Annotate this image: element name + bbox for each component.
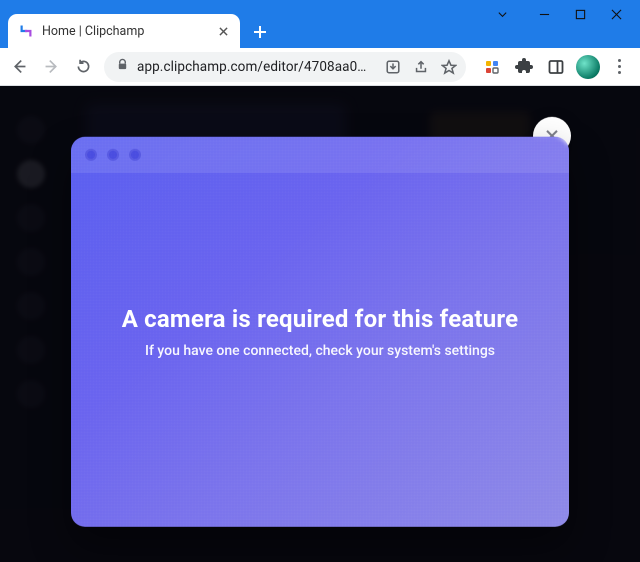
lock-icon — [116, 58, 129, 75]
clipchamp-favicon-icon — [18, 23, 34, 39]
tab-title: Home | Clipchamp — [42, 24, 208, 39]
omnibox-url: app.clipchamp.com/editor/4708aa0… — [137, 59, 376, 75]
modal-subtext: If you have one connected, check your sy… — [145, 343, 495, 359]
install-app-icon[interactable] — [384, 58, 402, 76]
bookmark-star-icon[interactable] — [440, 58, 458, 76]
browser-toolbar: app.clipchamp.com/editor/4708aa0… — [0, 48, 640, 86]
tab-active[interactable]: Home | Clipchamp — [8, 14, 240, 48]
extensions-puzzle-icon[interactable] — [512, 55, 536, 79]
modal-body: A camera is required for this feature If… — [71, 137, 569, 527]
modal-heading: A camera is required for this feature — [122, 305, 519, 333]
reload-button[interactable] — [68, 52, 98, 82]
window-dropdown-icon[interactable] — [496, 8, 508, 20]
browser-menu-icon[interactable] — [608, 59, 630, 74]
modal-card: A camera is required for this feature If… — [71, 137, 569, 527]
profile-avatar[interactable] — [576, 55, 600, 79]
window-controls — [478, 0, 640, 28]
window-maximize-icon[interactable] — [574, 8, 586, 20]
back-button[interactable] — [4, 52, 34, 82]
window-minimize-icon[interactable] — [538, 8, 550, 20]
omnibox-actions — [384, 58, 458, 76]
omnibox[interactable]: app.clipchamp.com/editor/4708aa0… — [104, 52, 466, 82]
modal: A camera is required for this feature If… — [71, 137, 569, 527]
extensions-area — [472, 55, 634, 79]
app-content: A camera is required for this feature If… — [0, 86, 640, 562]
extension-badge-icon[interactable] — [480, 55, 504, 79]
share-icon[interactable] — [412, 58, 430, 76]
side-panel-icon[interactable] — [544, 55, 568, 79]
new-tab-button[interactable] — [246, 18, 274, 46]
forward-button[interactable] — [36, 52, 66, 82]
tab-close-icon[interactable] — [216, 24, 230, 38]
window-close-icon[interactable] — [610, 8, 622, 20]
